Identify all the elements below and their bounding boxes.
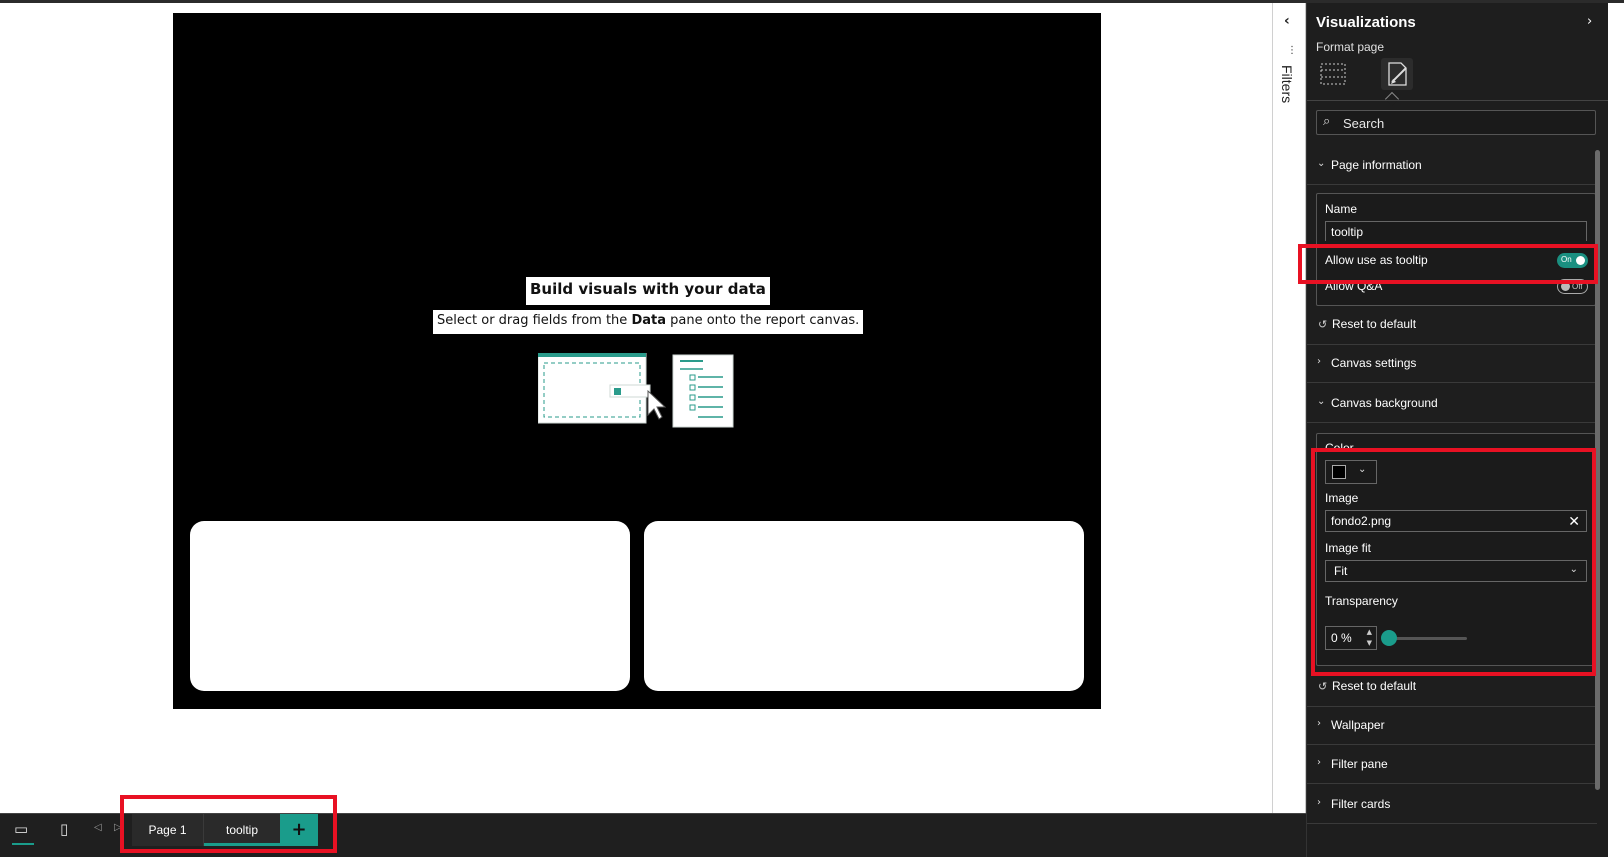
- canvas-background-group: Color ⌄ Image fondo2.png ✕ Image fit Fit…: [1316, 433, 1596, 666]
- next-page-icon[interactable]: ▷: [114, 822, 122, 833]
- empty-state-subtitle: Select or drag fields from the Data pane…: [433, 310, 864, 334]
- chevron-down-icon: ⌄: [1317, 158, 1326, 169]
- page-name-input[interactable]: [1325, 221, 1587, 241]
- search-box[interactable]: ⌕: [1316, 110, 1596, 135]
- image-fit-dropdown[interactable]: Fit ⌄: [1325, 560, 1587, 582]
- report-page[interactable]: Build visuals with your data Select or d…: [173, 13, 1101, 709]
- chevron-down-icon: ⌄: [1358, 464, 1367, 475]
- reset-label: Reset to default: [1332, 317, 1417, 331]
- chevron-right-icon: ›: [1317, 757, 1321, 768]
- visualizations-title: Visualizations: [1316, 14, 1416, 31]
- page-tab-page-1[interactable]: Page 1: [132, 814, 204, 846]
- search-input[interactable]: [1343, 113, 1583, 133]
- image-field[interactable]: fondo2.png ✕: [1325, 510, 1587, 532]
- reset-icon: ↺: [1318, 319, 1328, 331]
- section-label: Filter pane: [1331, 757, 1388, 771]
- allow-tooltip-toggle[interactable]: On: [1557, 253, 1588, 268]
- section-canvas-settings[interactable]: › Canvas settings: [1307, 345, 1597, 383]
- section-label: Wallpaper: [1331, 718, 1385, 732]
- chevron-left-icon[interactable]: ‹: [1284, 13, 1290, 29]
- background-card-left: [190, 521, 630, 691]
- add-page-button[interactable]: +: [280, 814, 318, 846]
- filters-pane-collapsed[interactable]: ‹ ⋮ Filters: [1273, 3, 1306, 813]
- color-swatch: [1332, 465, 1346, 479]
- previous-page-icon[interactable]: ◁: [94, 822, 102, 833]
- pane-scrollbar[interactable]: [1595, 150, 1600, 790]
- reset-label: Reset to default: [1332, 679, 1417, 693]
- section-page-information[interactable]: ⌄ Page information: [1307, 147, 1597, 185]
- format-tabs-divider: [1307, 100, 1608, 101]
- section-label: Page information: [1331, 158, 1422, 172]
- chevron-down-icon: ⌄: [1317, 396, 1326, 407]
- chevron-down-icon: ⌄: [1569, 564, 1578, 575]
- mobile-view-icon[interactable]: ▯: [60, 820, 68, 838]
- subtitle-data-bold: Data: [631, 313, 666, 328]
- stepper-up-icon[interactable]: ▲: [1367, 628, 1372, 636]
- transparency-label: Transparency: [1325, 594, 1398, 608]
- report-canvas-area: Build visuals with your data Select or d…: [0, 3, 1273, 813]
- transparency-value: 0 %: [1331, 631, 1352, 645]
- section-label: Filter cards: [1331, 797, 1391, 811]
- image-filename: fondo2.png: [1331, 514, 1392, 528]
- page-format-icon[interactable]: [1381, 58, 1413, 90]
- allow-tooltip-label: Allow use as tooltip: [1325, 253, 1428, 267]
- page-tab-tooltip[interactable]: tooltip: [204, 814, 280, 846]
- right-edge: [1608, 3, 1624, 857]
- reset-icon: ↺: [1318, 681, 1328, 693]
- section-filter-cards[interactable]: › Filter cards: [1307, 786, 1597, 824]
- allow-qa-toggle[interactable]: Off: [1557, 279, 1588, 294]
- subtitle-part-2: pane onto the report canvas.: [666, 313, 860, 328]
- image-fit-value: Fit: [1334, 564, 1348, 578]
- page-information-group: Name Allow use as tooltip On Allow Q&A O…: [1316, 193, 1596, 306]
- chevron-right-icon: ›: [1317, 356, 1321, 367]
- close-icon[interactable]: ✕: [1568, 513, 1580, 530]
- color-label: Color: [1325, 441, 1354, 455]
- desktop-view-icon[interactable]: ▭: [14, 820, 28, 838]
- image-fit-label: Image fit: [1325, 541, 1372, 555]
- reset-canvas-background[interactable]: ↺ Reset to default: [1318, 679, 1416, 693]
- chevron-right-icon[interactable]: ›: [1587, 14, 1592, 29]
- transparency-stepper[interactable]: 0 % ▲ ▼: [1325, 626, 1377, 650]
- visual-format-icon[interactable]: [1317, 58, 1349, 90]
- build-visuals-illustration: [538, 353, 734, 428]
- section-wallpaper[interactable]: › Wallpaper: [1307, 707, 1597, 745]
- page-tab-bar: ▭ ▯ ◁ ▷ Page 1 tooltip +: [0, 813, 1306, 857]
- color-picker[interactable]: ⌄: [1325, 460, 1377, 484]
- section-label: Canvas settings: [1331, 356, 1417, 370]
- filter-icon: ⋮: [1287, 45, 1297, 56]
- allow-qa-label: Allow Q&A: [1325, 279, 1383, 293]
- section-label: Canvas background: [1331, 396, 1438, 410]
- chevron-right-icon: ›: [1317, 718, 1321, 729]
- background-card-right: [644, 521, 1084, 691]
- format-page-label: Format page: [1316, 40, 1385, 54]
- filters-label[interactable]: Filters: [1279, 65, 1295, 103]
- name-label: Name: [1325, 202, 1358, 216]
- section-canvas-background[interactable]: ⌄ Canvas background: [1307, 385, 1597, 423]
- active-tab-caret: [1384, 91, 1400, 107]
- reset-page-information[interactable]: ↺ Reset to default: [1318, 317, 1416, 331]
- transparency-slider-track[interactable]: [1389, 637, 1467, 640]
- section-filter-pane[interactable]: › Filter pane: [1307, 746, 1597, 784]
- active-view-indicator: [12, 843, 34, 845]
- subtitle-part-1: Select or drag fields from the: [437, 313, 632, 328]
- search-icon: ⌕: [1323, 114, 1331, 129]
- image-label: Image: [1325, 491, 1359, 505]
- stepper-down-icon[interactable]: ▼: [1367, 639, 1372, 647]
- visualizations-pane: Visualizations › Format page ⌕ ⌄ Page in…: [1306, 3, 1608, 857]
- empty-state-title: Build visuals with your data: [526, 277, 770, 305]
- chevron-right-icon: ›: [1317, 797, 1321, 808]
- transparency-slider-thumb[interactable]: [1381, 630, 1397, 646]
